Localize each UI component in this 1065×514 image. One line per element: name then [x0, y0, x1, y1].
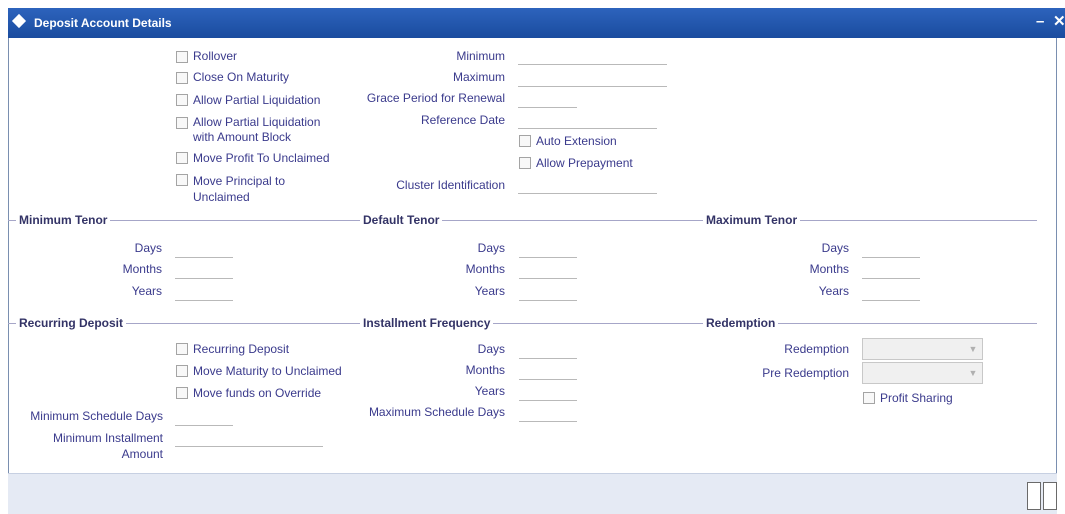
- footer-button-left[interactable]: [1027, 482, 1041, 510]
- redemption-select[interactable]: ▼: [862, 338, 983, 360]
- footer-button-right[interactable]: [1043, 482, 1057, 510]
- installment-months-input[interactable]: [519, 363, 577, 380]
- window-title: Deposit Account Details: [34, 16, 172, 30]
- pre-redemption-label: Pre Redemption: [762, 366, 849, 380]
- allow-partial-liquidation-checkbox[interactable]: [176, 94, 188, 106]
- max-schedule-days-input[interactable]: [519, 405, 577, 422]
- allow-partial-liquidation-label: Allow Partial Liquidation: [193, 93, 321, 107]
- min-schedule-days-label: Minimum Schedule Days: [30, 409, 163, 423]
- min-tenor-years-input[interactable]: [175, 284, 233, 301]
- installment-days-input[interactable]: [519, 342, 577, 359]
- min-installment-input[interactable]: [175, 430, 323, 447]
- reference-date-label: Reference Date: [420, 113, 505, 127]
- reference-date-input[interactable]: [518, 112, 657, 129]
- close-on-maturity-label: Close On Maturity: [193, 70, 290, 84]
- maximum-tenor-heading: Maximum Tenor: [703, 213, 801, 227]
- max-tenor-days-label: Days: [821, 241, 849, 255]
- close-button[interactable]: ✕: [1053, 14, 1065, 30]
- cluster-id-label: Cluster Identification: [396, 178, 505, 192]
- maximum-input[interactable]: [518, 70, 667, 87]
- max-tenor-months-label: Months: [809, 262, 849, 276]
- rollover-checkbox[interactable]: [176, 51, 188, 63]
- min-tenor-months-input[interactable]: [175, 262, 233, 279]
- max-tenor-months-input[interactable]: [862, 262, 920, 279]
- pre-redemption-select[interactable]: ▼: [862, 362, 983, 384]
- max-schedule-days-label: Maximum Schedule Days: [368, 405, 505, 419]
- installment-years-label: Years: [474, 384, 505, 398]
- move-profit-label: Move Profit To Unclaimed: [193, 151, 330, 165]
- default-tenor-days-label: Days: [477, 241, 505, 255]
- recurring-deposit-checkbox[interactable]: [176, 343, 188, 355]
- min-installment-label: Minimum Installment Amount: [52, 431, 163, 461]
- installment-frequency-heading: Installment Frequency: [360, 316, 494, 330]
- installment-months-label: Months: [465, 363, 505, 377]
- default-tenor-days-input[interactable]: [519, 241, 577, 258]
- move-maturity-checkbox[interactable]: [176, 365, 188, 377]
- grace-period-input[interactable]: [518, 91, 577, 108]
- maximum-label: Maximum: [452, 70, 505, 84]
- title-bar: Deposit Account Details – ✕: [8, 8, 1065, 38]
- redemption-heading: Redemption: [703, 316, 779, 330]
- minimum-tenor-heading: Minimum Tenor: [16, 213, 111, 227]
- allow-prepayment-checkbox[interactable]: [519, 157, 531, 169]
- recurring-deposit-label: Recurring Deposit: [193, 342, 290, 356]
- diamond-icon: [11, 13, 27, 29]
- minimize-button[interactable]: –: [1036, 14, 1044, 30]
- recurring-divider: [8, 323, 1037, 324]
- tenor-divider: [8, 220, 1037, 221]
- default-tenor-years-input[interactable]: [519, 284, 577, 301]
- chevron-down-icon: ▼: [968, 368, 978, 378]
- chevron-down-icon: ▼: [968, 344, 978, 354]
- min-schedule-days-input[interactable]: [175, 409, 233, 426]
- installment-years-input[interactable]: [519, 384, 577, 401]
- min-tenor-months-label: Months: [122, 262, 162, 276]
- recurring-deposit-heading: Recurring Deposit: [16, 316, 127, 330]
- move-principal-label: Move Principal to Unclaimed: [193, 174, 286, 204]
- close-on-maturity-checkbox[interactable]: [176, 72, 188, 84]
- auto-extension-label: Auto Extension: [536, 134, 617, 148]
- minimum-label: Minimum: [456, 49, 505, 63]
- allow-partial-liquidation-block-checkbox[interactable]: [176, 117, 188, 129]
- profit-sharing-checkbox[interactable]: [863, 392, 875, 404]
- move-profit-checkbox[interactable]: [176, 152, 188, 164]
- move-maturity-label: Move Maturity to Unclaimed: [193, 364, 342, 378]
- max-tenor-years-label: Years: [818, 284, 849, 298]
- min-tenor-years-label: Years: [131, 284, 162, 298]
- default-tenor-heading: Default Tenor: [360, 213, 443, 227]
- minimum-input[interactable]: [518, 48, 667, 65]
- move-principal-checkbox[interactable]: [176, 174, 188, 186]
- auto-extension-checkbox[interactable]: [519, 135, 531, 147]
- redemption-label: Redemption: [784, 342, 849, 356]
- max-tenor-days-input[interactable]: [862, 241, 920, 258]
- cluster-id-input[interactable]: [518, 177, 657, 194]
- default-tenor-years-label: Years: [474, 284, 505, 298]
- move-funds-label: Move funds on Override: [193, 386, 322, 400]
- min-tenor-days-input[interactable]: [175, 241, 233, 258]
- footer-bar: [8, 473, 1057, 514]
- rollover-label: Rollover: [193, 49, 238, 63]
- allow-prepayment-label: Allow Prepayment: [536, 156, 633, 170]
- installment-days-label: Days: [477, 342, 505, 356]
- move-funds-checkbox[interactable]: [176, 387, 188, 399]
- max-tenor-years-input[interactable]: [862, 284, 920, 301]
- profit-sharing-label: Profit Sharing: [880, 391, 953, 405]
- allow-partial-liquidation-block-label: Allow Partial Liquidation with Amount Bl…: [193, 115, 321, 144]
- grace-period-label: Grace Period for Renewal: [366, 91, 505, 105]
- default-tenor-months-label: Months: [465, 262, 505, 276]
- min-tenor-days-label: Days: [134, 241, 162, 255]
- default-tenor-months-input[interactable]: [519, 262, 577, 279]
